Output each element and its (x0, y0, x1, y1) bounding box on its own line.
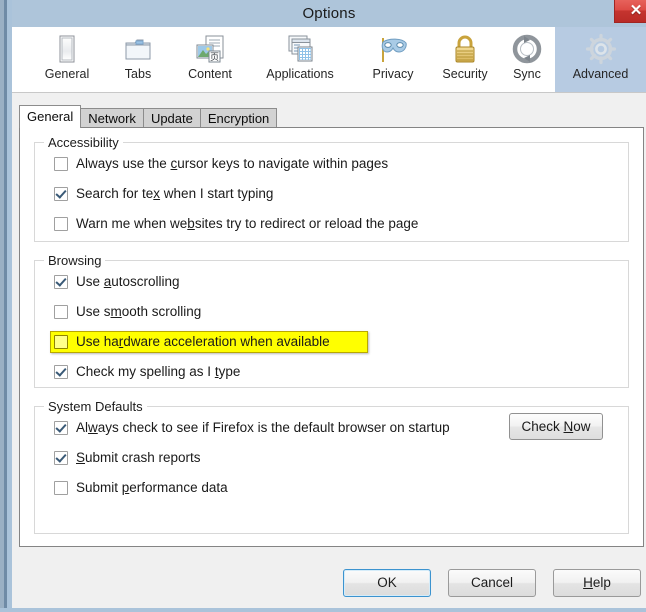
check-now-label-pre: Check (521, 419, 564, 434)
checkbox-unchecked-icon[interactable] (54, 305, 68, 319)
security-lock-icon (455, 35, 475, 63)
category-label: Security (442, 67, 488, 81)
checkbox-row[interactable]: Check my spelling as I type (51, 361, 244, 383)
checkbox-label: Always use the cursor keys to navigate w… (76, 156, 389, 171)
general-icon (59, 35, 75, 63)
checkbox-unchecked-icon[interactable] (54, 217, 68, 231)
category-sync[interactable]: Sync (502, 27, 552, 92)
close-button[interactable]: ✕ (614, 0, 646, 23)
close-icon: ✕ (629, 2, 643, 19)
category-label: Privacy (372, 67, 414, 81)
window-frame-bottom-edge (0, 608, 646, 612)
checkbox-row[interactable]: Always use the cursor keys to navigate w… (51, 153, 392, 175)
checkbox-label: Use hardware acceleration when available (76, 334, 330, 349)
category-label: Applications (266, 67, 334, 81)
category-label: Content (188, 67, 232, 81)
checkbox-checked-icon[interactable] (54, 365, 68, 379)
category-security[interactable]: Security (431, 27, 499, 92)
check-now-label-post: ow (573, 419, 591, 434)
category-label: Advanced (572, 67, 629, 81)
ok-button[interactable]: OK (343, 569, 431, 597)
checkbox-row[interactable]: Use smooth scrolling (51, 301, 205, 323)
category-label: General (44, 67, 90, 81)
checkbox-row[interactable]: Warn me when websites try to redirect or… (51, 213, 422, 235)
category-label: Sync (513, 67, 541, 81)
checkbox-unchecked-icon[interactable] (54, 335, 68, 349)
cancel-button[interactable]: Cancel (448, 569, 536, 597)
checkbox-row[interactable]: Always check to see if Firefox is the de… (51, 417, 454, 439)
checkbox-row[interactable]: Search for tex when I start typing (51, 183, 277, 205)
checkbox-checked-icon[interactable] (54, 275, 68, 289)
content-page-icon: 页 (196, 35, 224, 63)
subtab-update[interactable]: Update (142, 108, 201, 128)
advanced-general-panel: Accessibility Always use the cursor keys … (19, 127, 644, 547)
category-toolbar: General Tabs 页 Content Applications Privacy Se… (12, 27, 646, 93)
sub-tab-strip: General Network Update Encryption (19, 105, 278, 128)
category-general[interactable]: General (34, 27, 100, 92)
checkbox-unchecked-icon[interactable] (54, 481, 68, 495)
category-applications[interactable]: Applications (247, 27, 353, 92)
svg-text:页: 页 (210, 52, 219, 63)
checkbox-row[interactable]: Use hardware acceleration when available (50, 331, 368, 353)
checkbox-label: Use smooth scrolling (76, 304, 202, 319)
checkbox-checked-icon[interactable] (54, 421, 68, 435)
checkbox-checked-icon[interactable] (54, 187, 68, 201)
category-privacy[interactable]: Privacy (360, 27, 426, 92)
group-legend: System Defaults (44, 399, 147, 414)
window-title: Options (302, 5, 356, 22)
group-legend: Browsing (44, 253, 106, 268)
checkbox-unchecked-icon[interactable] (54, 157, 68, 171)
category-label: Tabs (124, 67, 152, 81)
checkbox-label: Check my spelling as I type (76, 364, 241, 379)
dialog-content-area: General Network Update Encryption Accessibi… (12, 93, 646, 608)
check-now-label-key: N (563, 419, 574, 434)
subtab-network[interactable]: Network (80, 108, 144, 128)
advanced-gear-icon (585, 33, 616, 65)
sync-arrows-icon (512, 34, 542, 64)
group-legend: Accessibility (44, 135, 123, 150)
checkbox-row[interactable]: Use autoscrolling (51, 271, 184, 293)
category-content[interactable]: 页 Content (176, 27, 244, 92)
checkbox-checked-icon[interactable] (54, 451, 68, 465)
checkbox-row[interactable]: Submit performance data (51, 477, 232, 499)
tabs-folder-icon (125, 39, 151, 60)
title-bar: Options ✕ (12, 0, 646, 27)
checkbox-label: Submit performance data (76, 480, 228, 495)
privacy-mask-icon (381, 38, 407, 62)
help-button[interactable]: Help (553, 569, 641, 597)
checkbox-row[interactable]: Submit crash reports (51, 447, 205, 469)
checkbox-label: Use autoscrolling (76, 274, 180, 289)
checkbox-label: Always check to see if Firefox is the de… (76, 420, 450, 435)
checkbox-label: Search for tex when I start typing (76, 186, 274, 201)
subtab-general[interactable]: General (19, 105, 82, 128)
options-dialog-window: Options ✕ General Tabs 页 Content Application… (0, 0, 646, 612)
checkbox-label: Submit crash reports (76, 450, 201, 465)
checkbox-label: Warn me when websites try to redirect or… (76, 216, 419, 231)
category-advanced[interactable]: Advanced (555, 27, 646, 92)
applications-icon (288, 35, 313, 62)
check-now-button[interactable]: Check Now (509, 413, 603, 440)
subtab-encryption[interactable]: Encryption (199, 108, 278, 128)
category-tabs[interactable]: Tabs (107, 27, 169, 92)
